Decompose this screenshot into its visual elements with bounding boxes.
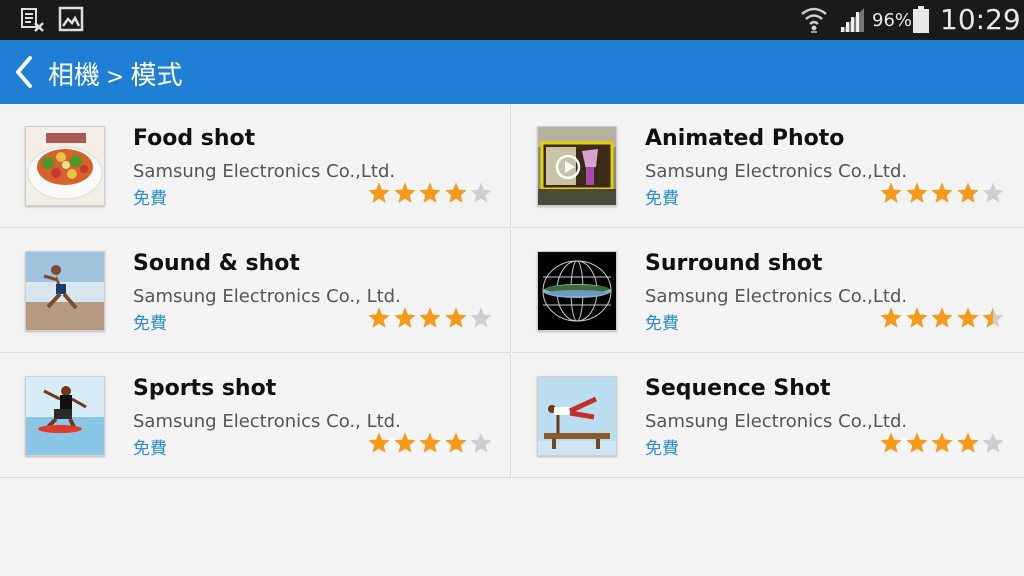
battery-percent: 96% [872, 10, 913, 31]
star-filled-icon [957, 182, 978, 203]
star-filled-icon [419, 182, 441, 203]
sim-card-missing-icon [20, 6, 46, 38]
mode-developer: Samsung Electronics Co.,Ltd. [645, 161, 908, 182]
sequence-shot-thumbnail [537, 376, 617, 456]
animated-photo-thumbnail [537, 126, 617, 206]
star-rating [879, 181, 1004, 206]
surround-shot-thumbnail [537, 251, 617, 331]
star-empty-icon [470, 182, 492, 203]
breadcrumb-parent[interactable]: 相機 [48, 61, 100, 91]
star-filled-icon [957, 307, 978, 328]
star-filled-icon [419, 307, 441, 328]
food-thumbnail [25, 126, 105, 206]
star-filled-icon [931, 307, 953, 328]
back-button[interactable] [8, 52, 40, 92]
mode-name: Sports shot [133, 376, 277, 401]
status-bar: 96% 10:29 [0, 0, 1024, 40]
image-notification-icon [58, 6, 84, 36]
mode-name: Surround shot [645, 251, 823, 276]
chevron-left-icon [16, 56, 32, 88]
star-filled-icon [445, 307, 466, 328]
star-filled-icon [906, 307, 927, 328]
star-rating [367, 181, 492, 206]
mode-developer: Samsung Electronics Co.,Ltd. [133, 161, 396, 182]
clock: 10:29 [940, 3, 1021, 36]
breadcrumb: 相機 > 模式 [48, 55, 182, 92]
star-empty-icon [982, 432, 1004, 453]
mode-developer: Samsung Electronics Co., Ltd. [133, 286, 401, 307]
star-filled-icon [957, 432, 978, 453]
modes-grid: Food shot Samsung Electronics Co.,Ltd. 免… [0, 104, 1024, 478]
star-rating [367, 431, 492, 456]
star-filled-icon [906, 432, 927, 453]
star-filled-icon [906, 182, 927, 203]
star-rating [879, 431, 1004, 456]
star-filled-icon [880, 432, 902, 453]
mode-item-sports-shot[interactable]: Sports shot Samsung Electronics Co., Ltd… [0, 354, 511, 478]
mode-price: 免費 [645, 439, 679, 459]
battery-icon [912, 6, 930, 38]
star-filled-icon [445, 432, 466, 453]
star-filled-icon [880, 182, 902, 203]
star-filled-icon [931, 432, 953, 453]
mode-item-food-shot[interactable]: Food shot Samsung Electronics Co.,Ltd. 免… [0, 104, 511, 228]
mode-name: Sequence Shot [645, 376, 831, 401]
star-filled-icon [445, 182, 466, 203]
star-filled-icon [394, 182, 415, 203]
action-bar: 相機 > 模式 [0, 40, 1024, 104]
mode-price: 免費 [133, 314, 167, 334]
star-empty-icon [470, 307, 492, 328]
cellular-signal-icon [838, 8, 866, 38]
star-half-icon [982, 307, 1004, 328]
sports-shot-thumbnail [25, 376, 105, 456]
mode-name: Animated Photo [645, 126, 845, 151]
star-filled-icon [368, 307, 390, 328]
mode-item-sound-and-shot[interactable]: Sound & shot Samsung Electronics Co., Lt… [0, 229, 511, 353]
mode-name: Sound & shot [133, 251, 300, 276]
mode-price: 免費 [645, 189, 679, 209]
mode-price: 免費 [645, 314, 679, 334]
star-filled-icon [880, 307, 902, 328]
wifi-icon [800, 4, 828, 38]
mode-item-sequence-shot[interactable]: Sequence Shot Samsung Electronics Co.,Lt… [512, 354, 1024, 478]
mode-name: Food shot [133, 126, 256, 151]
mode-item-surround-shot[interactable]: Surround shot Samsung Electronics Co.,Lt… [512, 229, 1024, 353]
star-filled-icon [394, 307, 415, 328]
mode-item-animated-photo[interactable]: Animated Photo Samsung Electronics Co.,L… [512, 104, 1024, 228]
star-filled-icon [394, 432, 415, 453]
page-title: 模式 [130, 61, 183, 91]
mode-developer: Samsung Electronics Co., Ltd. [133, 411, 401, 432]
star-rating [367, 306, 492, 331]
star-filled-icon [931, 182, 953, 203]
star-empty-icon [470, 432, 492, 453]
mode-price: 免費 [133, 439, 167, 459]
sound-and-shot-thumbnail [25, 251, 105, 331]
star-filled-icon [368, 182, 390, 203]
mode-price: 免費 [133, 189, 167, 209]
mode-developer: Samsung Electronics Co.,Ltd. [645, 411, 908, 432]
star-filled-icon [419, 432, 441, 453]
star-filled-icon [368, 432, 390, 453]
mode-developer: Samsung Electronics Co.,Ltd. [645, 286, 908, 307]
breadcrumb-separator: > [106, 65, 125, 90]
star-rating [879, 306, 1004, 331]
star-empty-icon [982, 182, 1004, 203]
